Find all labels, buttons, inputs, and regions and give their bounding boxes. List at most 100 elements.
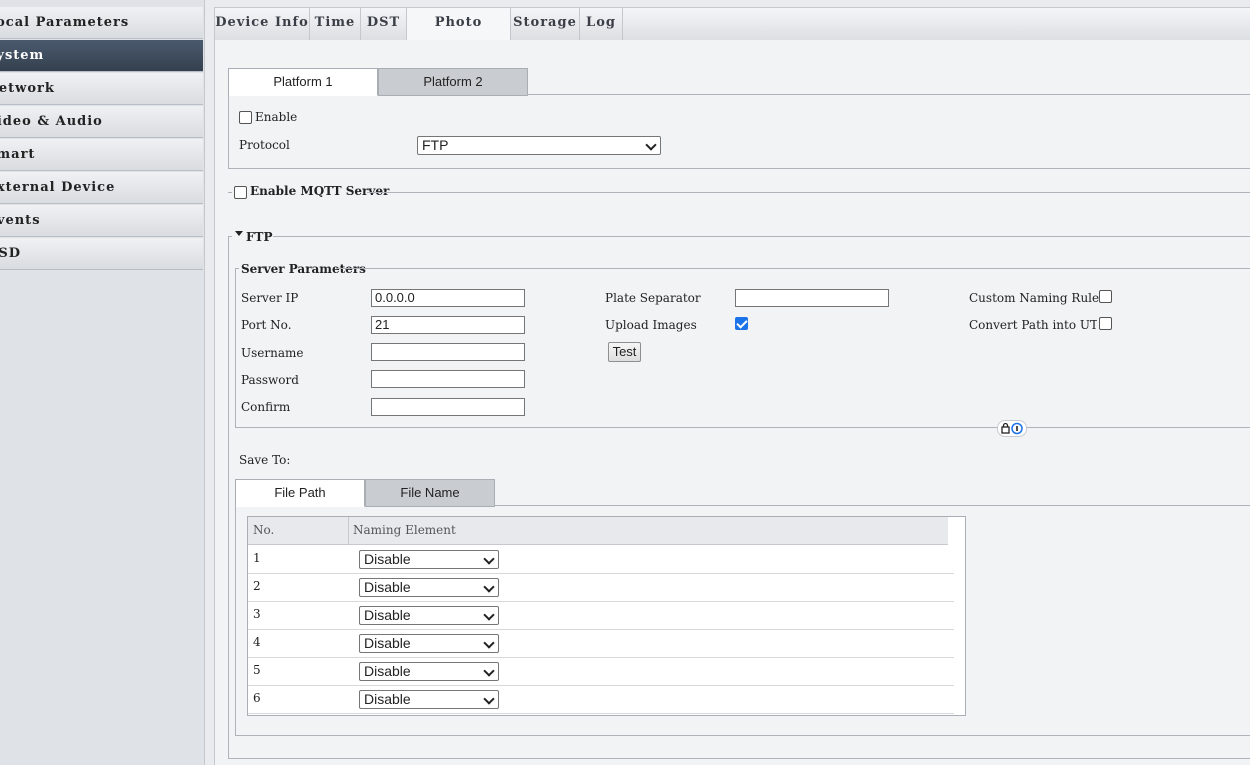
select-value: Disable xyxy=(364,579,411,595)
chevron-down-icon xyxy=(645,139,657,151)
naming-element-select[interactable]: Disable xyxy=(359,606,499,625)
platform-box-border xyxy=(228,168,1250,169)
username-input[interactable] xyxy=(371,343,525,361)
tab-platform-1[interactable]: Platform 1 xyxy=(228,68,378,96)
naming-table: No. Naming Element 1 Disable 2 Disable 3… xyxy=(247,516,966,716)
server-ip-input[interactable]: 0.0.0.0 xyxy=(371,289,525,307)
file-box-border xyxy=(235,506,236,736)
protocol-label: Protocol xyxy=(239,138,290,152)
sidebar-item-label: OSD xyxy=(0,246,21,261)
triangle-down-icon[interactable] xyxy=(235,231,243,236)
table-row: 2 Disable xyxy=(248,573,954,602)
sidebar-item-network[interactable]: Network xyxy=(0,73,203,105)
ftp-fieldset-border xyxy=(228,237,229,759)
column-header-no: No. xyxy=(253,523,275,537)
tab-photo-server[interactable]: Photo Server xyxy=(407,8,511,60)
select-value: Disable xyxy=(364,607,411,623)
table-row: 1 Disable xyxy=(248,545,954,574)
sidebar-item-label: Local Parameters xyxy=(0,15,130,30)
sidebar-item-label: Video & Audio xyxy=(0,114,103,129)
password-label: Password xyxy=(241,373,299,387)
custom-naming-checkbox[interactable] xyxy=(1099,290,1112,303)
sidebar-item-label: Smart xyxy=(0,147,36,162)
tab-time[interactable]: Time xyxy=(310,8,361,40)
row-number: 1 xyxy=(253,551,261,565)
naming-element-select[interactable]: Disable xyxy=(359,662,499,681)
table-header: No. Naming Element xyxy=(248,517,948,545)
status-icons xyxy=(997,420,1027,437)
tab-storage[interactable]: Storage xyxy=(511,8,580,40)
select-value: Disable xyxy=(364,691,411,707)
server-params-line xyxy=(337,268,1250,269)
sidebar-item-video-audio[interactable]: Video & Audio xyxy=(0,106,203,138)
sidebar-item-system[interactable]: System xyxy=(0,40,203,72)
convert-path-checkbox[interactable] xyxy=(1099,317,1112,330)
protocol-select-value: FTP xyxy=(422,137,449,153)
chevron-down-icon xyxy=(483,581,495,593)
column-header-naming-element: Naming Element xyxy=(353,523,456,537)
file-tab-divider xyxy=(494,505,1250,506)
table-row: 5 Disable xyxy=(248,657,954,686)
naming-element-select[interactable]: Disable xyxy=(359,690,499,709)
port-input[interactable]: 21 xyxy=(371,316,525,334)
port-label: Port No. xyxy=(241,318,292,332)
chevron-down-icon xyxy=(483,637,495,649)
upload-images-checkbox[interactable] xyxy=(735,317,748,330)
select-value: Disable xyxy=(364,663,411,679)
tab-divider xyxy=(527,94,1250,95)
mqtt-fieldset-line xyxy=(228,192,232,193)
chevron-down-icon xyxy=(483,665,495,677)
server-params-border xyxy=(235,268,236,427)
lock-icon xyxy=(1001,422,1023,435)
enable-label: Enable xyxy=(255,110,298,124)
password-input[interactable] xyxy=(371,370,525,388)
plate-separator-label: Plate Separator xyxy=(605,291,701,305)
mqtt-checkbox[interactable] xyxy=(234,186,247,199)
convert-path-label: Convert Path into UTF8… xyxy=(969,318,1097,332)
naming-element-select[interactable]: Disable xyxy=(359,578,499,597)
tab-device-info[interactable]: Device Info xyxy=(215,8,310,40)
sidebar-item-smart[interactable]: Smart xyxy=(0,139,203,171)
ftp-fieldset-line xyxy=(273,236,1250,237)
tab-platform-2[interactable]: Platform 2 xyxy=(378,68,528,96)
chevron-down-icon xyxy=(483,609,495,621)
confirm-input[interactable] xyxy=(371,398,525,416)
sidebar-item-events[interactable]: Events xyxy=(0,205,203,237)
top-tab-bar: Device Info Time DST Photo Server Storag… xyxy=(214,7,1250,60)
tab-file-name[interactable]: File Name xyxy=(365,479,495,507)
protocol-select[interactable]: FTP xyxy=(417,136,661,155)
test-button[interactable]: Test xyxy=(608,342,641,362)
save-to-label: Save To: xyxy=(239,453,291,467)
custom-naming-label: Custom Naming Rules xyxy=(969,291,1106,305)
enable-checkbox[interactable] xyxy=(239,111,252,124)
server-params-border xyxy=(235,427,1250,428)
column-divider xyxy=(348,517,349,544)
row-number: 3 xyxy=(253,607,261,621)
select-value: Disable xyxy=(364,551,411,567)
server-ip-label: Server IP xyxy=(241,291,299,305)
sidebar-item-label: External Device xyxy=(0,180,116,195)
ftp-fieldset-border xyxy=(228,758,1250,759)
ftp-section-label[interactable]: FTP xyxy=(246,230,272,244)
upload-images-label: Upload Images xyxy=(605,318,697,332)
tab-dst[interactable]: DST xyxy=(361,8,407,40)
sidebar-item-label: Events xyxy=(0,213,41,228)
table-row: 3 Disable xyxy=(248,601,954,630)
table-row: 4 Disable xyxy=(248,629,954,658)
server-params-title: Server Parameters xyxy=(241,262,366,276)
tab-log[interactable]: Log xyxy=(580,8,623,40)
select-value: Disable xyxy=(364,635,411,651)
tab-file-path[interactable]: File Path xyxy=(235,479,365,507)
row-number: 4 xyxy=(253,635,261,649)
plate-separator-input[interactable] xyxy=(735,289,889,307)
sidebar-item-local-parameters[interactable]: Local Parameters xyxy=(0,7,203,39)
row-number: 2 xyxy=(253,579,261,593)
sidebar-item-osd[interactable]: OSD xyxy=(0,238,203,270)
naming-element-select[interactable]: Disable xyxy=(359,550,499,569)
sidebar-item-external-device[interactable]: External Device xyxy=(0,172,203,204)
naming-element-select[interactable]: Disable xyxy=(359,634,499,653)
sidebar-item-label: System xyxy=(0,48,45,63)
mqtt-label: Enable MQTT Server xyxy=(250,184,390,198)
username-label: Username xyxy=(241,346,304,360)
file-box-border xyxy=(235,735,1250,736)
